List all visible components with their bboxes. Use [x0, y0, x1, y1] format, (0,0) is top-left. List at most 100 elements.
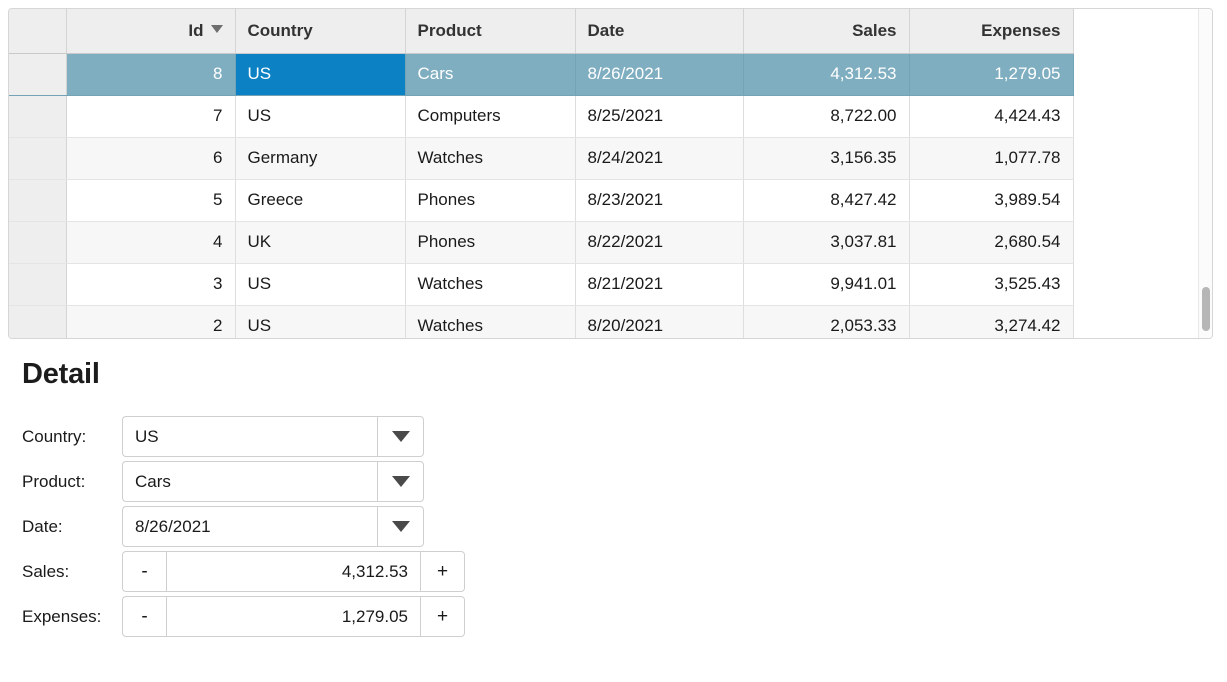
cell-expenses[interactable]: 4,424.43	[909, 95, 1074, 138]
cell-country[interactable]: US	[235, 53, 406, 96]
column-header-sales-label: Sales	[852, 20, 897, 40]
cell-expenses[interactable]: 3,274.42	[909, 305, 1074, 338]
country-dropdown-button[interactable]	[377, 416, 424, 457]
caret-down-icon	[391, 476, 410, 487]
country-value[interactable]: US	[122, 416, 377, 457]
vertical-scrollbar[interactable]	[1198, 9, 1212, 338]
column-header-product[interactable]: Product	[405, 9, 576, 54]
caret-down-icon	[391, 521, 410, 532]
data-grid-viewport: Id Country Product Date Sales Expenses 8…	[9, 9, 1199, 338]
cell-country[interactable]: UK	[235, 221, 406, 264]
cell-date[interactable]: 8/20/2021	[575, 305, 744, 338]
table-row[interactable]: 8 US Cars 8/26/2021 4,312.53 1,279.05	[9, 53, 1074, 96]
cell-country[interactable]: Germany	[235, 137, 406, 180]
column-header-country[interactable]: Country	[235, 9, 406, 54]
form-row-date: Date: 8/26/2021	[0, 504, 600, 549]
row-gutter-cell[interactable]	[9, 137, 67, 180]
cell-country[interactable]: US	[235, 263, 406, 306]
data-grid: Id Country Product Date Sales Expenses 8…	[8, 8, 1213, 339]
column-header-expenses[interactable]: Expenses	[909, 9, 1074, 54]
row-gutter-cell[interactable]	[9, 53, 67, 96]
cell-product[interactable]: Watches	[405, 263, 576, 306]
cell-sales[interactable]: 3,037.81	[743, 221, 910, 264]
table-row[interactable]: 3 US Watches 8/21/2021 9,941.01 3,525.43	[9, 263, 1074, 306]
product-label: Product:	[22, 472, 86, 491]
cell-id[interactable]: 8	[66, 53, 236, 96]
table-row[interactable]: 5 Greece Phones 8/23/2021 8,427.42 3,989…	[9, 179, 1074, 222]
cell-date[interactable]: 8/25/2021	[575, 95, 744, 138]
cell-id[interactable]: 4	[66, 221, 236, 264]
row-gutter-cell[interactable]	[9, 263, 67, 306]
cell-id[interactable]: 2	[66, 305, 236, 338]
cell-id[interactable]: 3	[66, 263, 236, 306]
cell-product[interactable]: Cars	[405, 53, 576, 96]
cell-country[interactable]: Greece	[235, 179, 406, 222]
sales-increment-button[interactable]: +	[421, 551, 465, 592]
detail-form: Country: US Product: Cars Date: 8/26/202…	[0, 414, 600, 639]
cell-sales[interactable]: 3,156.35	[743, 137, 910, 180]
expenses-increment-button[interactable]: +	[421, 596, 465, 637]
cell-product[interactable]: Phones	[405, 179, 576, 222]
cell-sales[interactable]: 9,941.01	[743, 263, 910, 306]
form-row-sales: Sales: - 4,312.53 +	[0, 549, 600, 594]
cell-product[interactable]: Phones	[405, 221, 576, 264]
cell-country[interactable]: US	[235, 305, 406, 338]
date-dropdown-button[interactable]	[377, 506, 424, 547]
column-header-id[interactable]: Id	[66, 9, 236, 54]
date-label: Date:	[22, 517, 63, 536]
sales-value-input[interactable]: 4,312.53	[166, 551, 421, 592]
cell-sales[interactable]: 2,053.33	[743, 305, 910, 338]
column-header-product-label: Product	[417, 20, 482, 40]
cell-date[interactable]: 8/24/2021	[575, 137, 744, 180]
expenses-value-input[interactable]: 1,279.05	[166, 596, 421, 637]
cell-expenses[interactable]: 1,279.05	[909, 53, 1074, 96]
detail-section-title: Detail	[22, 358, 100, 390]
caret-down-icon	[391, 431, 410, 442]
cell-country[interactable]: US	[235, 95, 406, 138]
cell-date[interactable]: 8/23/2021	[575, 179, 744, 222]
expenses-decrement-button[interactable]: -	[122, 596, 166, 637]
column-header-sales[interactable]: Sales	[743, 9, 910, 54]
cell-product[interactable]: Watches	[405, 305, 576, 338]
product-dropdown-button[interactable]	[377, 461, 424, 502]
column-header-date[interactable]: Date	[575, 9, 744, 54]
expenses-label: Expenses:	[22, 607, 102, 626]
cell-id[interactable]: 5	[66, 179, 236, 222]
cell-product[interactable]: Computers	[405, 95, 576, 138]
row-gutter-cell[interactable]	[9, 305, 67, 338]
cell-expenses[interactable]: 2,680.54	[909, 221, 1074, 264]
expenses-spinner[interactable]: - 1,279.05 +	[122, 596, 465, 637]
cell-sales[interactable]: 8,722.00	[743, 95, 910, 138]
column-header-country-label: Country	[247, 20, 313, 40]
column-header-expenses-label: Expenses	[981, 20, 1061, 40]
sales-spinner[interactable]: - 4,312.53 +	[122, 551, 465, 592]
cell-sales[interactable]: 8,427.42	[743, 179, 910, 222]
cell-sales[interactable]: 4,312.53	[743, 53, 910, 96]
product-combobox[interactable]: Cars	[122, 461, 424, 502]
cell-date[interactable]: 8/26/2021	[575, 53, 744, 96]
cell-expenses[interactable]: 1,077.78	[909, 137, 1074, 180]
cell-id[interactable]: 6	[66, 137, 236, 180]
cell-date[interactable]: 8/21/2021	[575, 263, 744, 306]
cell-expenses[interactable]: 3,525.43	[909, 263, 1074, 306]
column-header-date-label: Date	[587, 20, 625, 40]
row-gutter-cell[interactable]	[9, 179, 67, 222]
cell-date[interactable]: 8/22/2021	[575, 221, 744, 264]
vertical-scrollbar-thumb[interactable]	[1202, 287, 1210, 331]
cell-product[interactable]: Watches	[405, 137, 576, 180]
row-gutter-cell[interactable]	[9, 221, 67, 264]
data-grid-table: Id Country Product Date Sales Expenses 8…	[9, 9, 1074, 338]
date-combobox[interactable]: 8/26/2021	[122, 506, 424, 547]
table-row[interactable]: 2 US Watches 8/20/2021 2,053.33 3,274.42	[9, 305, 1074, 338]
cell-expenses[interactable]: 3,989.54	[909, 179, 1074, 222]
date-value[interactable]: 8/26/2021	[122, 506, 377, 547]
table-row[interactable]: 4 UK Phones 8/22/2021 3,037.81 2,680.54	[9, 221, 1074, 264]
app-root: Id Country Product Date Sales Expenses 8…	[0, 0, 1227, 682]
cell-id[interactable]: 7	[66, 95, 236, 138]
product-value[interactable]: Cars	[122, 461, 377, 502]
sales-decrement-button[interactable]: -	[122, 551, 166, 592]
table-row[interactable]: 6 Germany Watches 8/24/2021 3,156.35 1,0…	[9, 137, 1074, 180]
table-row[interactable]: 7 US Computers 8/25/2021 8,722.00 4,424.…	[9, 95, 1074, 138]
country-combobox[interactable]: US	[122, 416, 424, 457]
row-gutter-cell[interactable]	[9, 95, 67, 138]
